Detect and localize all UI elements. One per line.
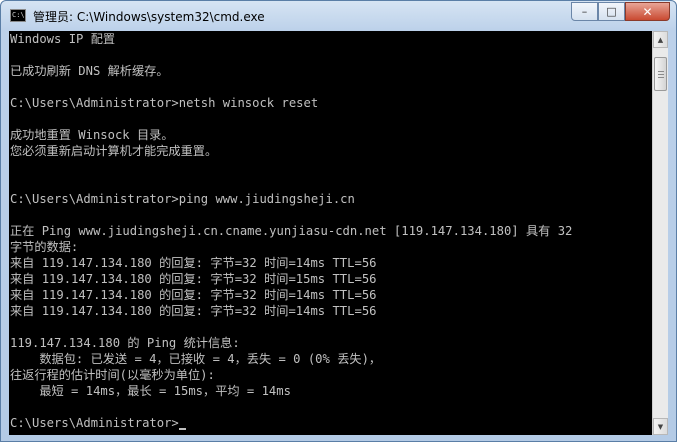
prompt-line: C:\Users\Administrator> — [10, 415, 652, 431]
console-line: C:\Users\Administrator>ping www.jiudings… — [10, 192, 355, 206]
console-line: 已成功刷新 DNS 解析缓存。 — [10, 64, 169, 78]
window-title: 管理员: C:\Windows\system32\cmd.exe — [33, 10, 265, 24]
cmd-icon[interactable]: C:\ — [10, 9, 26, 22]
thumb-grip — [658, 74, 664, 75]
scroll-thumb[interactable] — [654, 57, 667, 91]
console-line: 数据包: 已发送 = 4，已接收 = 4，丢失 = 0 (0% 丢失)， — [10, 352, 382, 366]
console-line: 来自 119.147.134.180 的回复: 字节=32 时间=14ms TT… — [10, 288, 377, 302]
minimize-button[interactable]: – — [571, 2, 598, 21]
cmd-window: C:\ 管理员: C:\Windows\system32\cmd.exe – □… — [0, 0, 677, 442]
title-bar[interactable]: C:\ 管理员: C:\Windows\system32\cmd.exe – □… — [1, 1, 676, 31]
thumb-grip — [658, 71, 664, 72]
scroll-up-button[interactable]: ▲ — [653, 31, 668, 48]
console-line: 来自 119.147.134.180 的回复: 字节=32 时间=14ms TT… — [10, 304, 377, 318]
vertical-scrollbar[interactable]: ▲ ▼ — [652, 31, 668, 435]
console-output[interactable]: Windows IP 配置已成功刷新 DNS 解析缓存。 C:\Users\Adm… — [9, 31, 652, 435]
console-line: 来自 119.147.134.180 的回复: 字节=32 时间=14ms TT… — [10, 256, 377, 270]
console-line: 往返行程的估计时间(以毫秒为单位): — [10, 368, 215, 382]
console-line: 最短 = 14ms，最长 = 15ms，平均 = 14ms — [10, 384, 291, 398]
console-line: 正在 Ping www.jiudingsheji.cn.cname.yunjia… — [10, 224, 573, 238]
text-cursor — [178, 428, 186, 430]
console-line: 成功地重置 Winsock 目录。 — [10, 128, 174, 142]
close-button[interactable]: ✕ — [625, 2, 670, 21]
console-line: 您必须重新启动计算机才能完成重置。 — [10, 144, 218, 158]
maximize-button[interactable]: □ — [598, 2, 625, 21]
console-line: 来自 119.147.134.180 的回复: 字节=32 时间=15ms TT… — [10, 272, 377, 286]
window-controls: – □ ✕ — [571, 2, 670, 22]
thumb-grip — [658, 77, 664, 78]
console-line: 字节的数据: — [10, 240, 79, 254]
console-line: 119.147.134.180 的 Ping 统计信息: — [10, 336, 240, 350]
console-line: C:\Users\Administrator>netsh winsock res… — [10, 96, 319, 110]
console-lines: Windows IP 配置已成功刷新 DNS 解析缓存。 C:\Users\Adm… — [9, 31, 652, 431]
scroll-down-button[interactable]: ▼ — [653, 418, 668, 435]
console-line: Windows IP 配置 — [10, 32, 116, 46]
